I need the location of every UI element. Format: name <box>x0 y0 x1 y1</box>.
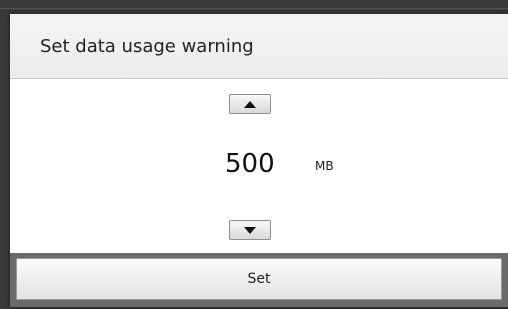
unit-label: MB <box>315 159 334 173</box>
number-picker: 500 MB <box>10 79 508 253</box>
dialog-header: Set data usage warning <box>10 14 508 79</box>
decrement-button[interactable] <box>229 220 271 240</box>
set-button[interactable]: Set <box>16 258 502 300</box>
backdrop-divider <box>0 8 508 9</box>
dialog-title: Set data usage warning <box>40 35 254 57</box>
warning-value[interactable]: 500 <box>225 149 275 179</box>
increment-button[interactable] <box>229 94 271 114</box>
data-warning-dialog: Set data usage warning 500 MB Set <box>10 14 508 307</box>
triangle-up-icon <box>244 100 256 108</box>
dialog-footer: Set <box>10 253 508 307</box>
triangle-down-icon <box>244 226 256 234</box>
